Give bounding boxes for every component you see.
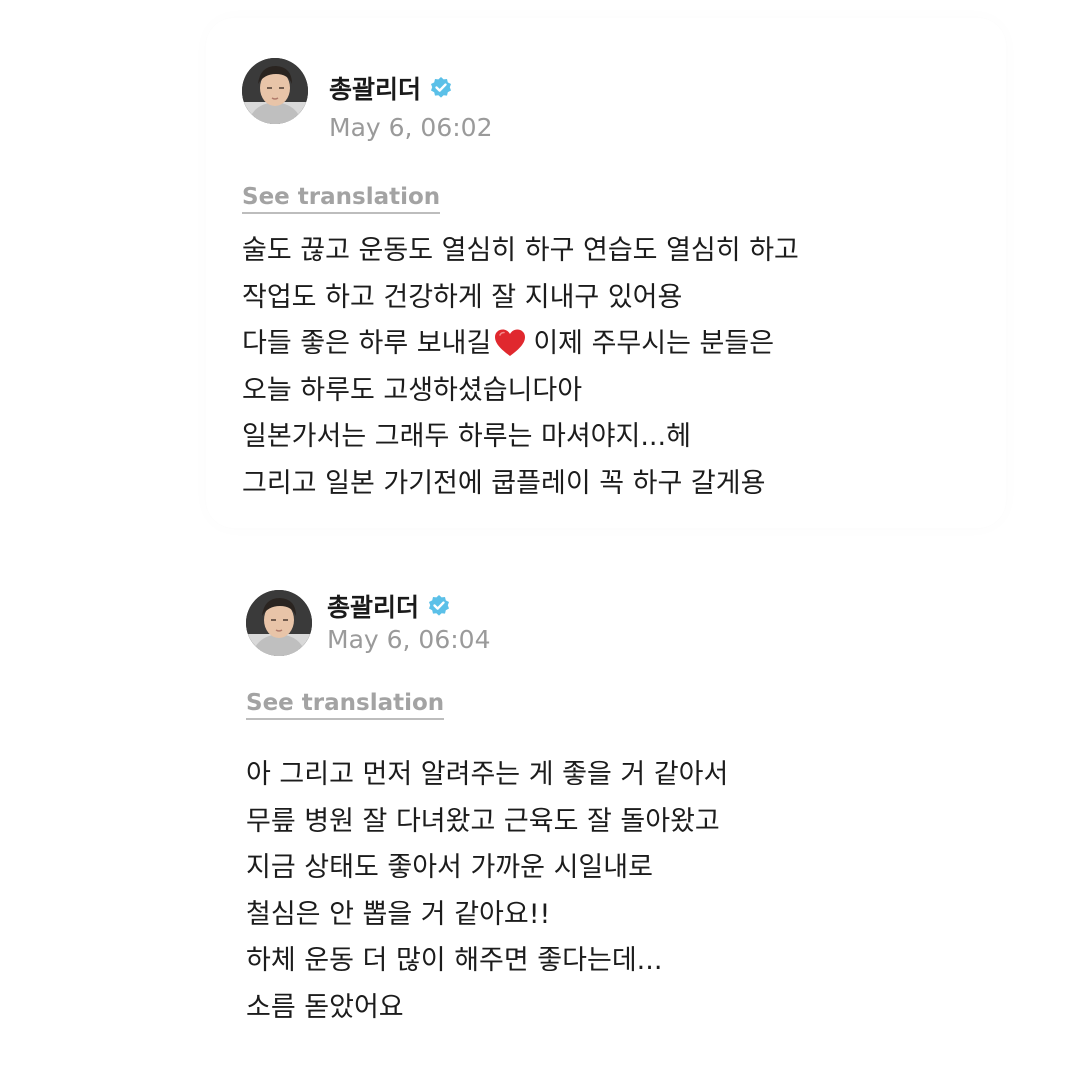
- post-line: 오늘 하루도 고생하셨습니다아: [242, 374, 583, 406]
- verified-badge-icon: [427, 594, 451, 618]
- post-line: 아 그리고 먼저 알려주는 게 좋을 거 같아서: [246, 759, 729, 790]
- username-text[interactable]: 총괄리더: [327, 588, 419, 624]
- post-timestamp: May 6, 06:04: [327, 625, 491, 654]
- post-line-part: 이제 주무시는 분들은: [533, 328, 775, 359]
- avatar[interactable]: [242, 58, 308, 124]
- avatar-photo-icon: [246, 590, 312, 656]
- post-card: 총괄리더 May 6, 06:04 See translation 아 그리고 …: [206, 560, 966, 1030]
- username[interactable]: 총괄리더: [329, 70, 453, 106]
- post-line: 소름 돋았어요: [246, 991, 404, 1023]
- post-line: 그리고 일본 가기전에 쿱플레이 꼭 하구 갈게용: [242, 467, 766, 499]
- post-line: 무릎 병원 잘 다녀왔고 근육도 잘 돌아왔고: [246, 805, 720, 837]
- red-heart-icon: [493, 328, 527, 358]
- avatar[interactable]: [246, 590, 312, 656]
- post-line-part: 다들 좋은 하루 보내길: [242, 328, 492, 359]
- post-body: 술도 끊고 운동도 열심히 하구 연습도 열심히 하고 작업도 하고 건강하게 …: [242, 228, 799, 507]
- post-timestamp: May 6, 06:02: [329, 113, 493, 142]
- post-line-with-heart: 다들 좋은 하루 보내길 이제 주무시는 분들은: [242, 321, 799, 368]
- see-translation-link[interactable]: See translation: [242, 184, 441, 214]
- post-line: 하체 운동 더 많이 해주면 좋다는데...: [246, 945, 663, 976]
- post-card: 총괄리더 May 6, 06:02 See translation 술도 끊고 …: [206, 18, 1006, 528]
- post-line: 철심은 안 뽑을 거 같아요!!: [246, 898, 551, 930]
- post-line: 작업도 하고 건강하게 잘 지내구 있어용: [242, 281, 683, 313]
- post-line: 일본가서는 그래두 하루는 마셔야지...헤: [242, 421, 691, 452]
- post-line: 술도 끊고 운동도 열심히 하구 연습도 열심히 하고: [242, 235, 799, 266]
- post-body: 아 그리고 먼저 알려주는 게 좋을 거 같아서 무릎 병원 잘 다녀왔고 근육…: [246, 752, 728, 1031]
- username-text[interactable]: 총괄리더: [329, 70, 421, 106]
- post-line: 지금 상태도 좋아서 가까운 시일내로: [246, 852, 653, 883]
- username[interactable]: 총괄리더: [327, 588, 451, 624]
- avatar-photo-icon: [242, 58, 308, 124]
- verified-badge-icon: [429, 76, 453, 100]
- see-translation-link[interactable]: See translation: [246, 690, 445, 720]
